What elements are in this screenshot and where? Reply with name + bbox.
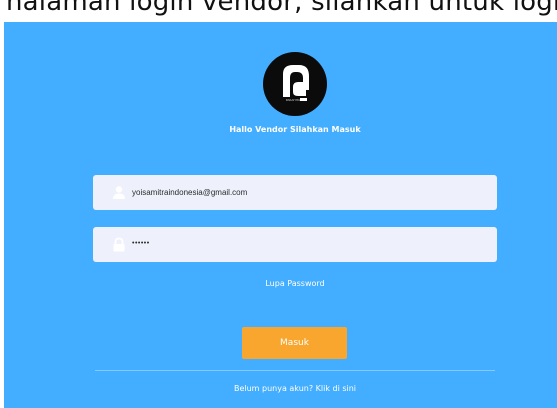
logo-wordmark: PARAHITA bbox=[286, 98, 301, 102]
password-value: •••••• bbox=[132, 240, 150, 247]
user-icon bbox=[112, 185, 126, 200]
divider bbox=[95, 370, 495, 371]
brand-logo-mark-icon: PARAHITA bbox=[282, 65, 309, 102]
forgot-password-link[interactable]: Lupa Password bbox=[245, 279, 345, 288]
email-field[interactable]: yoisamitraindonesia@gmail.com bbox=[93, 175, 497, 210]
caption-banner: halaman login vendor, silahkan untuk log… bbox=[0, 0, 557, 22]
brand-logo: PARAHITA bbox=[263, 52, 327, 116]
greeting-title: Hallo Vendor Silahkan Masuk bbox=[229, 125, 361, 134]
password-field[interactable]: •••••• bbox=[93, 227, 497, 262]
lock-icon bbox=[112, 237, 126, 252]
email-value: yoisamitraindonesia@gmail.com bbox=[132, 188, 248, 197]
caption-text: halaman login vendor, silahkan untuk log… bbox=[6, 0, 557, 17]
register-link[interactable]: Belum punya akun? Klik di sini bbox=[195, 384, 395, 393]
login-button[interactable]: Masuk bbox=[242, 327, 347, 359]
